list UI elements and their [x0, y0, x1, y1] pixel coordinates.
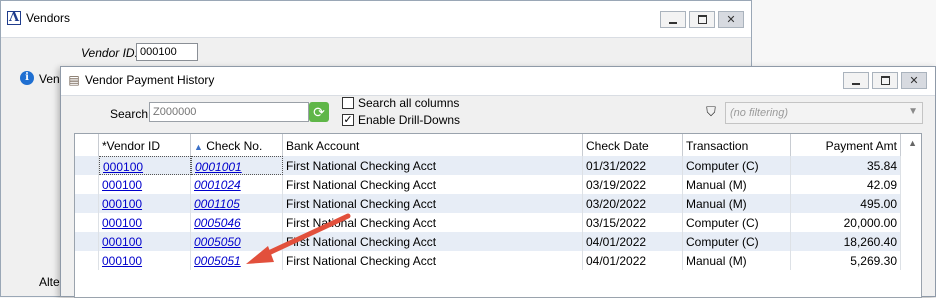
- check-no-link[interactable]: 0001105: [191, 194, 283, 213]
- vendor-id-link[interactable]: 000100: [99, 251, 191, 270]
- check-date-cell: 03/15/2022: [583, 213, 683, 232]
- enable-drill-downs-label: Enable Drill-Downs: [358, 113, 461, 127]
- check-date-cell: 01/31/2022: [583, 156, 683, 175]
- check-no-header-label: Check No.: [206, 139, 263, 153]
- bank-account-cell: First National Checking Acct: [283, 232, 583, 251]
- table-row[interactable]: 000100 0005046 First National Checking Acc…: [75, 213, 901, 232]
- info-icon: i: [20, 71, 34, 85]
- search-all-columns-checkbox[interactable]: [342, 97, 354, 109]
- payment-amt-cell: 18,260.40: [791, 232, 901, 251]
- column-header-bank-account[interactable]: Bank Account: [283, 134, 583, 156]
- column-header-transaction[interactable]: Transaction: [683, 134, 791, 156]
- table-row[interactable]: 000100 0001001 First National Checking Acc…: [75, 156, 901, 175]
- check-no-link[interactable]: 0005051: [191, 251, 283, 270]
- maximize-icon: [697, 15, 707, 24]
- search-label: Search:: [110, 107, 152, 121]
- payment-amt-cell: 20,000.00: [791, 213, 901, 232]
- row-indicator[interactable]: [75, 232, 99, 251]
- table-row[interactable]: 000100 0001024 First National Checking Acc…: [75, 175, 901, 194]
- table-row[interactable]: 000100 0005050 First National Checking Acc…: [75, 232, 901, 251]
- check-no-link[interactable]: 0005046: [191, 213, 283, 232]
- search-all-columns-label: Search all columns: [358, 96, 460, 110]
- row-indicator[interactable]: [75, 175, 99, 194]
- check-no-link[interactable]: 0001024: [191, 175, 283, 194]
- column-header-vendor-id[interactable]: *Vendor ID: [99, 134, 191, 156]
- payment-amt-cell: 35.84: [791, 156, 901, 175]
- transaction-cell: Computer (C): [683, 156, 791, 175]
- filter-icon[interactable]: ⛉: [701, 102, 721, 122]
- vendor-id-label: Vendor ID:: [81, 46, 138, 60]
- payment-history-grid: ▲ *Vendor ID ▲ Check No. Bank Account Ch…: [74, 133, 922, 298]
- payment-history-title: Vendor Payment History: [85, 73, 215, 87]
- payment-amt-cell: 5,269.30: [791, 251, 901, 270]
- check-no-link[interactable]: 0001001: [191, 156, 283, 175]
- table-row[interactable]: 000100 0005051 First National Checking Acc…: [75, 251, 901, 270]
- check-no-link[interactable]: 0005050: [191, 232, 283, 251]
- column-header-check-date[interactable]: Check Date: [583, 134, 683, 156]
- bank-account-cell: First National Checking Acct: [283, 156, 583, 175]
- refresh-icon[interactable]: ⟳: [309, 102, 329, 122]
- vendor-id-link[interactable]: 000100: [99, 175, 191, 194]
- app-logo-icon: Λ: [7, 10, 21, 25]
- row-indicator[interactable]: [75, 213, 99, 232]
- payment-history-icon: ▤: [68, 73, 80, 87]
- transaction-cell: Manual (M): [683, 194, 791, 213]
- check-date-cell: 03/20/2022: [583, 194, 683, 213]
- vendor-id-link[interactable]: 000100: [99, 156, 191, 175]
- vendors-window-title: Vendors: [26, 11, 71, 25]
- filter-value: (no filtering): [730, 107, 789, 119]
- maximize-button[interactable]: [872, 72, 898, 89]
- close-button[interactable]: ✕: [901, 72, 927, 89]
- bank-account-cell: First National Checking Acct: [283, 194, 583, 213]
- row-indicator-header: [75, 134, 99, 156]
- vendors-titlebar[interactable]: Λ Vendors ✕: [1, 1, 751, 38]
- search-input[interactable]: [149, 102, 309, 122]
- close-button[interactable]: ✕: [718, 11, 744, 28]
- vendor-id-link[interactable]: 000100: [99, 232, 191, 251]
- alternate-label: Alte: [39, 275, 60, 289]
- close-icon: ✕: [726, 14, 736, 26]
- close-icon: ✕: [909, 75, 919, 87]
- minimize-icon: [852, 82, 860, 85]
- row-indicator[interactable]: [75, 156, 99, 175]
- column-header-check-no[interactable]: ▲ Check No.: [191, 134, 283, 156]
- maximize-icon: [880, 76, 890, 85]
- check-date-cell: 04/01/2022: [583, 232, 683, 251]
- chevron-down-icon: ▼: [908, 106, 918, 117]
- payment-amt-cell: 495.00: [791, 194, 901, 213]
- bank-account-cell: First National Checking Acct: [283, 251, 583, 270]
- minimize-button[interactable]: [843, 72, 869, 89]
- payment-amt-cell: 42.09: [791, 175, 901, 194]
- sort-ascending-icon: ▲: [194, 142, 203, 152]
- table-row[interactable]: 000100 0001105 First National Checking Acc…: [75, 194, 901, 213]
- maximize-button[interactable]: [689, 11, 715, 28]
- transaction-cell: Manual (M): [683, 251, 791, 270]
- transaction-cell: Computer (C): [683, 213, 791, 232]
- row-indicator[interactable]: [75, 194, 99, 213]
- vendor-id-link[interactable]: 000100: [99, 213, 191, 232]
- check-date-cell: 04/01/2022: [583, 251, 683, 270]
- payment-history-titlebar[interactable]: ▤ Vendor Payment History ✕: [61, 67, 935, 96]
- transaction-cell: Manual (M): [683, 175, 791, 194]
- transaction-cell: Computer (C): [683, 232, 791, 251]
- filter-dropdown[interactable]: (no filtering) ▼: [725, 102, 923, 124]
- minimize-icon: [669, 21, 677, 24]
- bank-account-cell: First National Checking Acct: [283, 213, 583, 232]
- scroll-up-icon[interactable]: ▲: [908, 138, 917, 148]
- check-date-cell: 03/19/2022: [583, 175, 683, 194]
- grid-header-row: *Vendor ID ▲ Check No. Bank Account Chec…: [75, 134, 901, 157]
- vendor-payment-history-window: ▤ Vendor Payment History ✕ Search: ⟳ Sea…: [60, 66, 936, 298]
- column-header-payment-amt[interactable]: Payment Amt: [791, 134, 901, 156]
- row-indicator[interactable]: [75, 251, 99, 270]
- bank-account-cell: First National Checking Acct: [283, 175, 583, 194]
- minimize-button[interactable]: [660, 11, 686, 28]
- enable-drill-downs-checkbox[interactable]: ✓: [342, 114, 354, 126]
- vendor-id-field[interactable]: 000100: [136, 43, 198, 61]
- vendor-id-link[interactable]: 000100: [99, 194, 191, 213]
